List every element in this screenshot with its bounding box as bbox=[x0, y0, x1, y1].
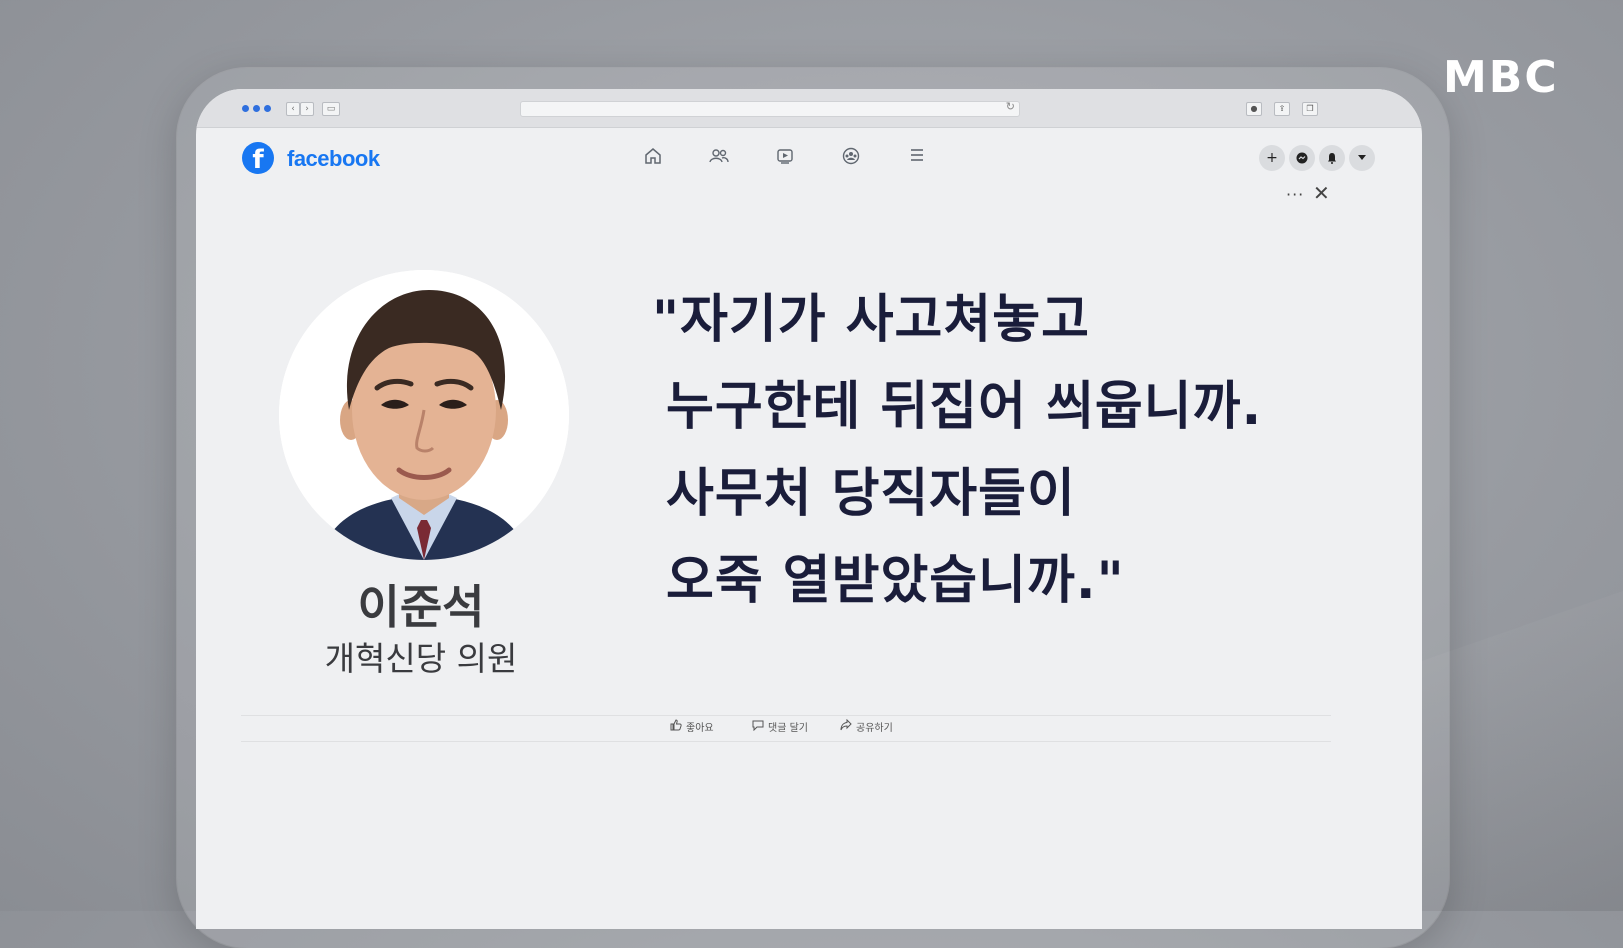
share-label: 공유하기 bbox=[856, 723, 893, 734]
window-controls[interactable] bbox=[242, 105, 271, 112]
divider bbox=[241, 715, 1331, 716]
thumbs-up-icon bbox=[670, 719, 682, 734]
browser-screen: ‹ › ▭ ↻ ● ⇪ ❐ f facebook + ··· ✕ 이준석 개혁신… bbox=[196, 89, 1422, 929]
facebook-wordmark[interactable]: facebook bbox=[287, 146, 380, 172]
caret-down-icon[interactable] bbox=[1349, 145, 1375, 171]
window-dot[interactable] bbox=[253, 105, 260, 112]
quote-line: "자기가 사고쳐놓고 bbox=[652, 290, 1090, 350]
mbc-logo: MBC bbox=[1443, 52, 1559, 103]
tabs-icon[interactable]: ❐ bbox=[1302, 102, 1318, 116]
window-dot[interactable] bbox=[242, 105, 249, 112]
share-icon[interactable]: ⇪ bbox=[1274, 102, 1290, 116]
video-icon[interactable] bbox=[774, 147, 796, 169]
quote-line: 사무처 당직자들이 bbox=[666, 464, 1076, 524]
reload-icon[interactable]: ↻ bbox=[1006, 100, 1015, 113]
download-icon[interactable]: ● bbox=[1246, 102, 1262, 116]
share-button[interactable]: 공유하기 bbox=[840, 718, 893, 734]
post-close-button[interactable]: ✕ bbox=[1313, 181, 1330, 205]
home-icon[interactable] bbox=[642, 147, 664, 169]
forward-button[interactable]: › bbox=[300, 102, 314, 116]
bell-icon[interactable] bbox=[1319, 145, 1345, 171]
share-arrow-icon bbox=[840, 718, 852, 734]
friends-icon[interactable] bbox=[708, 147, 730, 169]
menu-icon[interactable] bbox=[906, 147, 928, 169]
sidebar-toggle-button[interactable]: ▭ bbox=[322, 102, 340, 116]
quote-line: 오죽 열받았습니까." bbox=[666, 551, 1125, 611]
address-bar[interactable]: ↻ bbox=[520, 100, 1020, 117]
quote-line: 누구한테 뒤집어 씌웁니까. bbox=[666, 377, 1263, 437]
profile-photo bbox=[279, 270, 569, 560]
facebook-logo-icon[interactable]: f bbox=[242, 142, 274, 174]
window-dot[interactable] bbox=[264, 105, 271, 112]
like-button[interactable]: 좋아요 bbox=[670, 719, 714, 734]
comment-icon bbox=[752, 719, 764, 734]
comment-label: 댓글 달기 bbox=[768, 723, 808, 734]
plus-icon[interactable]: + bbox=[1259, 145, 1285, 171]
messenger-icon[interactable] bbox=[1289, 145, 1315, 171]
back-button[interactable]: ‹ bbox=[286, 102, 300, 116]
browser-toolbar: ‹ › ▭ ↻ ● ⇪ ❐ bbox=[196, 89, 1422, 128]
quote-text: "자기가 사고쳐놓고 누구한테 뒤집어 씌웁니까. 사무처 당직자들이 오죽 열… bbox=[652, 277, 1372, 625]
divider bbox=[241, 741, 1331, 742]
groups-icon[interactable] bbox=[840, 147, 862, 169]
comment-button[interactable]: 댓글 달기 bbox=[752, 719, 808, 734]
person-title: 개혁신당 의원 bbox=[324, 639, 518, 678]
person-name: 이준석 bbox=[357, 580, 485, 634]
post-more-button[interactable]: ··· bbox=[1286, 185, 1304, 204]
like-label: 좋아요 bbox=[686, 723, 714, 734]
